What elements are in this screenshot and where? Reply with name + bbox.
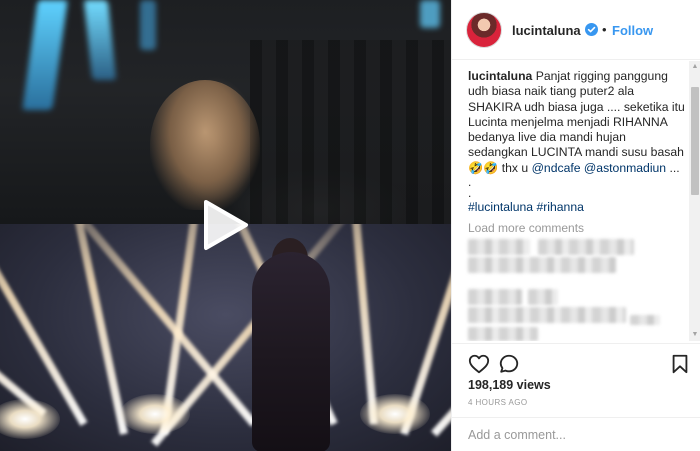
post-caption: lucintaluna Panjat rigging panggung udh … — [468, 69, 686, 176]
post-timestamp[interactable]: 4 HOURS AGO — [468, 398, 528, 407]
scroll-down-arrow-icon[interactable]: ▼ — [689, 329, 700, 341]
blurred-comment — [468, 257, 616, 273]
post-side-panel: lucintaluna • Follow lucintaluna Panjat … — [451, 0, 700, 451]
bookmark-icon[interactable] — [669, 353, 691, 375]
blurred-comment — [468, 307, 626, 323]
video-post-media[interactable] — [0, 0, 451, 451]
post-actions — [452, 343, 700, 379]
stage-spotlight — [120, 394, 190, 434]
light-beam — [340, 224, 378, 425]
scroll-up-arrow-icon[interactable]: ▲ — [689, 61, 700, 73]
mention-link[interactable]: @ndcafe — [532, 161, 581, 175]
blurred-comment — [468, 327, 538, 341]
add-comment-input[interactable] — [468, 426, 678, 444]
blurred-comment — [468, 239, 530, 255]
stage-spotlight — [360, 394, 430, 434]
stage-light — [22, 0, 68, 110]
comments-area[interactable]: lucintaluna Panjat rigging panggung udh … — [452, 61, 700, 341]
stage-spotlight — [0, 399, 60, 439]
caption-username[interactable]: lucintaluna — [468, 69, 532, 83]
performer — [150, 80, 260, 210]
blurred-comment — [468, 289, 522, 305]
post-header: lucintaluna • Follow — [452, 0, 700, 60]
caption-bullet: . — [468, 186, 472, 200]
hashtag-link[interactable]: #rihanna — [536, 200, 583, 214]
load-more-comments-button[interactable]: Load more comments — [468, 221, 584, 235]
caption-emoji: 🤣🤣 — [468, 160, 499, 175]
stage-light — [420, 0, 440, 28]
mention-link[interactable]: @astonmadiun — [584, 161, 666, 175]
hashtag-link[interactable]: #lucintaluna — [468, 200, 533, 214]
blurred-comment — [528, 289, 558, 305]
caption-ellipsis: ... — [666, 160, 680, 175]
video-frame-bottom — [0, 224, 451, 451]
comment-bubble-icon[interactable] — [498, 353, 520, 375]
comments-scrollbar[interactable]: ▲ ▼ — [689, 61, 700, 341]
add-comment-bar — [452, 417, 700, 451]
singer — [252, 252, 330, 451]
separator-dot: • — [602, 22, 607, 37]
view-count[interactable]: 198,189 views — [468, 378, 551, 392]
blurred-comment — [538, 239, 634, 255]
light-beam — [0, 224, 88, 426]
heart-icon[interactable] — [468, 353, 490, 375]
scroll-thumb[interactable] — [691, 87, 699, 195]
hashtag-line: #lucintaluna #rihanna — [468, 200, 584, 214]
crowd — [250, 40, 451, 224]
follow-button[interactable]: Follow — [612, 23, 653, 38]
username-link[interactable]: lucintaluna — [512, 23, 581, 38]
caption-bullets: . . — [468, 176, 472, 200]
stage-light — [83, 0, 117, 80]
verified-badge-icon — [585, 23, 598, 36]
avatar[interactable] — [466, 12, 502, 48]
video-frame-top — [0, 0, 451, 224]
blurred-comment — [630, 315, 660, 325]
caption-thanks: thx u — [498, 160, 532, 175]
stage-light — [140, 0, 156, 50]
play-icon[interactable] — [202, 199, 250, 251]
